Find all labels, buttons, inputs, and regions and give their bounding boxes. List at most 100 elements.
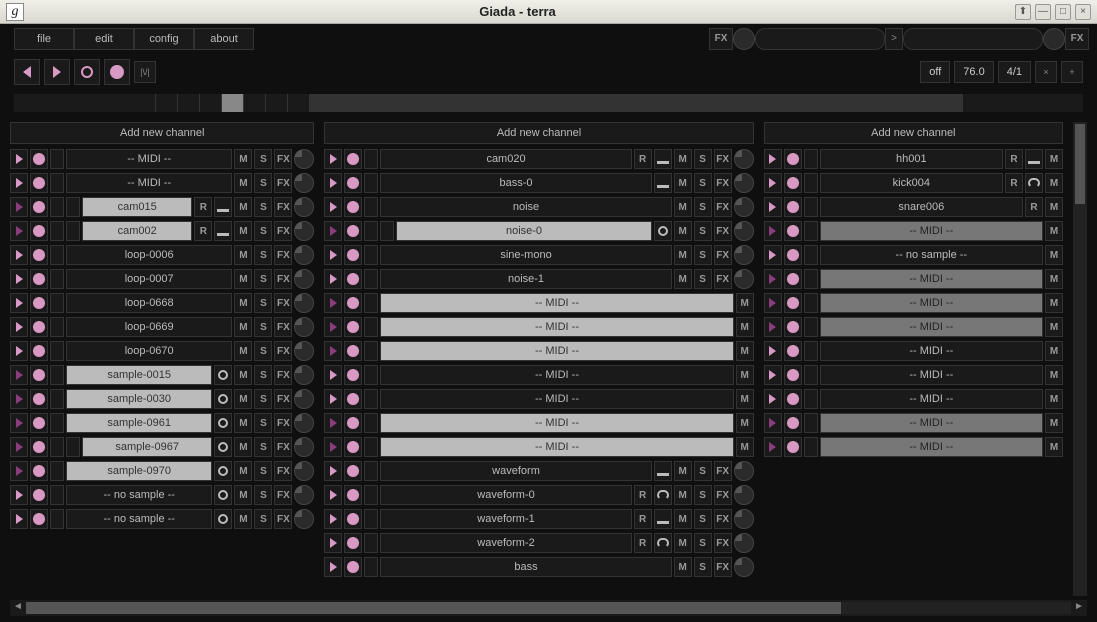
channel-name[interactable]: -- MIDI -- xyxy=(380,413,733,433)
channel-mode-button[interactable] xyxy=(214,389,232,409)
channel-name[interactable]: snare006 xyxy=(820,197,1023,217)
channel-arm-button[interactable] xyxy=(30,461,48,481)
menu-edit[interactable]: edit xyxy=(74,28,134,50)
channel-volume-dial[interactable] xyxy=(734,221,754,241)
channel-mute[interactable]: M xyxy=(1045,197,1063,217)
channel-arm-button[interactable] xyxy=(784,269,802,289)
channel-arm-button[interactable] xyxy=(30,245,48,265)
channel-volume-dial[interactable] xyxy=(294,413,314,433)
channel-play-button[interactable] xyxy=(10,389,28,409)
channel-name[interactable]: loop-0670 xyxy=(66,341,232,361)
scroll-right-icon[interactable]: ► xyxy=(1071,600,1087,616)
channel-status-box[interactable] xyxy=(364,173,378,193)
channel-volume-dial[interactable] xyxy=(294,221,314,241)
channel-status-box[interactable] xyxy=(804,197,818,217)
channel-name[interactable]: cam015 xyxy=(82,197,192,217)
channel-name[interactable]: -- MIDI -- xyxy=(380,389,733,409)
channel-read-actions[interactable]: R xyxy=(634,509,652,529)
channel-status-box[interactable] xyxy=(50,389,64,409)
channel-mode-button[interactable] xyxy=(214,437,232,457)
channel-mute[interactable]: M xyxy=(1045,341,1063,361)
channel-mute[interactable]: M xyxy=(736,341,754,361)
channel-prebox[interactable] xyxy=(380,221,394,241)
channel-name[interactable]: -- MIDI -- xyxy=(820,269,1043,289)
channel-mute[interactable]: M xyxy=(234,461,252,481)
minimize-button[interactable]: — xyxy=(1035,4,1051,20)
channel-arm-button[interactable] xyxy=(344,485,362,505)
channel-play-button[interactable] xyxy=(324,197,342,217)
channel-play-button[interactable] xyxy=(10,437,28,457)
channel-volume-dial[interactable] xyxy=(734,533,754,553)
channel-play-button[interactable] xyxy=(10,293,28,313)
scroll-left-icon[interactable]: ◄ xyxy=(10,600,26,616)
channel-mute[interactable]: M xyxy=(1045,389,1063,409)
channel-play-button[interactable] xyxy=(324,509,342,529)
channel-read-actions[interactable]: R xyxy=(1005,173,1023,193)
channel-status-box[interactable] xyxy=(364,245,378,265)
channel-arm-button[interactable] xyxy=(30,269,48,289)
channel-play-button[interactable] xyxy=(764,389,782,409)
channel-arm-button[interactable] xyxy=(784,245,802,265)
channel-arm-button[interactable] xyxy=(344,509,362,529)
channel-status-box[interactable] xyxy=(364,365,378,385)
channel-arm-button[interactable] xyxy=(344,317,362,337)
channel-volume-dial[interactable] xyxy=(734,461,754,481)
channel-arm-button[interactable] xyxy=(30,413,48,433)
channel-mute[interactable]: M xyxy=(674,485,692,505)
channel-status-box[interactable] xyxy=(364,461,378,481)
channel-solo[interactable]: S xyxy=(254,413,272,433)
play-button[interactable] xyxy=(44,59,70,85)
channel-volume-dial[interactable] xyxy=(294,485,314,505)
channel-volume-dial[interactable] xyxy=(734,485,754,505)
channel-play-button[interactable] xyxy=(10,485,28,505)
channel-mute[interactable]: M xyxy=(736,365,754,385)
channel-name[interactable]: sample-0030 xyxy=(66,389,212,409)
channel-volume-dial[interactable] xyxy=(294,317,314,337)
channel-play-button[interactable] xyxy=(764,437,782,457)
channel-arm-button[interactable] xyxy=(784,365,802,385)
master-in-fx[interactable]: FX xyxy=(709,28,733,50)
channel-fx[interactable]: FX xyxy=(714,221,732,241)
channel-status-box[interactable] xyxy=(50,245,64,265)
channel-name[interactable]: sample-0967 xyxy=(82,437,212,457)
channel-volume-dial[interactable] xyxy=(294,365,314,385)
channel-name[interactable]: -- MIDI -- xyxy=(380,293,733,313)
channel-status-box[interactable] xyxy=(364,413,378,433)
channel-mute[interactable]: M xyxy=(736,293,754,313)
channel-mute[interactable]: M xyxy=(1045,413,1063,433)
channel-read-actions[interactable]: R xyxy=(634,533,652,553)
channel-name[interactable]: -- MIDI -- xyxy=(66,173,232,193)
channel-mute[interactable]: M xyxy=(674,509,692,529)
minimize-trayicon[interactable]: ⬆ xyxy=(1015,4,1031,20)
channel-play-button[interactable] xyxy=(324,437,342,457)
channel-mute[interactable]: M xyxy=(234,197,252,217)
channel-status-box[interactable] xyxy=(50,413,64,433)
channel-solo[interactable]: S xyxy=(694,461,712,481)
channel-status-box[interactable] xyxy=(50,293,64,313)
channel-solo[interactable]: S xyxy=(254,485,272,505)
channel-status-box[interactable] xyxy=(804,413,818,433)
channel-name[interactable]: bass-0 xyxy=(380,173,651,193)
channel-name[interactable]: -- MIDI -- xyxy=(820,413,1043,433)
shrink-button[interactable]: × xyxy=(1035,61,1057,83)
channel-play-button[interactable] xyxy=(324,149,342,169)
channel-name[interactable]: -- MIDI -- xyxy=(380,341,733,361)
channel-mute[interactable]: M xyxy=(674,221,692,241)
channel-fx[interactable]: FX xyxy=(274,461,292,481)
channel-fx[interactable]: FX xyxy=(714,173,732,193)
channel-arm-button[interactable] xyxy=(344,173,362,193)
channel-mode-button[interactable] xyxy=(654,461,672,481)
channel-play-button[interactable] xyxy=(764,245,782,265)
channel-name[interactable]: -- MIDI -- xyxy=(820,389,1043,409)
channel-status-box[interactable] xyxy=(50,221,64,241)
channel-arm-button[interactable] xyxy=(30,173,48,193)
channel-arm-button[interactable] xyxy=(784,197,802,217)
channel-name[interactable]: -- MIDI -- xyxy=(380,437,733,457)
channel-status-box[interactable] xyxy=(364,533,378,553)
channel-fx[interactable]: FX xyxy=(274,509,292,529)
channel-play-button[interactable] xyxy=(324,557,342,577)
vertical-scrollbar[interactable] xyxy=(1073,122,1087,596)
channel-fx[interactable]: FX xyxy=(714,269,732,289)
channel-status-box[interactable] xyxy=(804,317,818,337)
channel-play-button[interactable] xyxy=(10,509,28,529)
